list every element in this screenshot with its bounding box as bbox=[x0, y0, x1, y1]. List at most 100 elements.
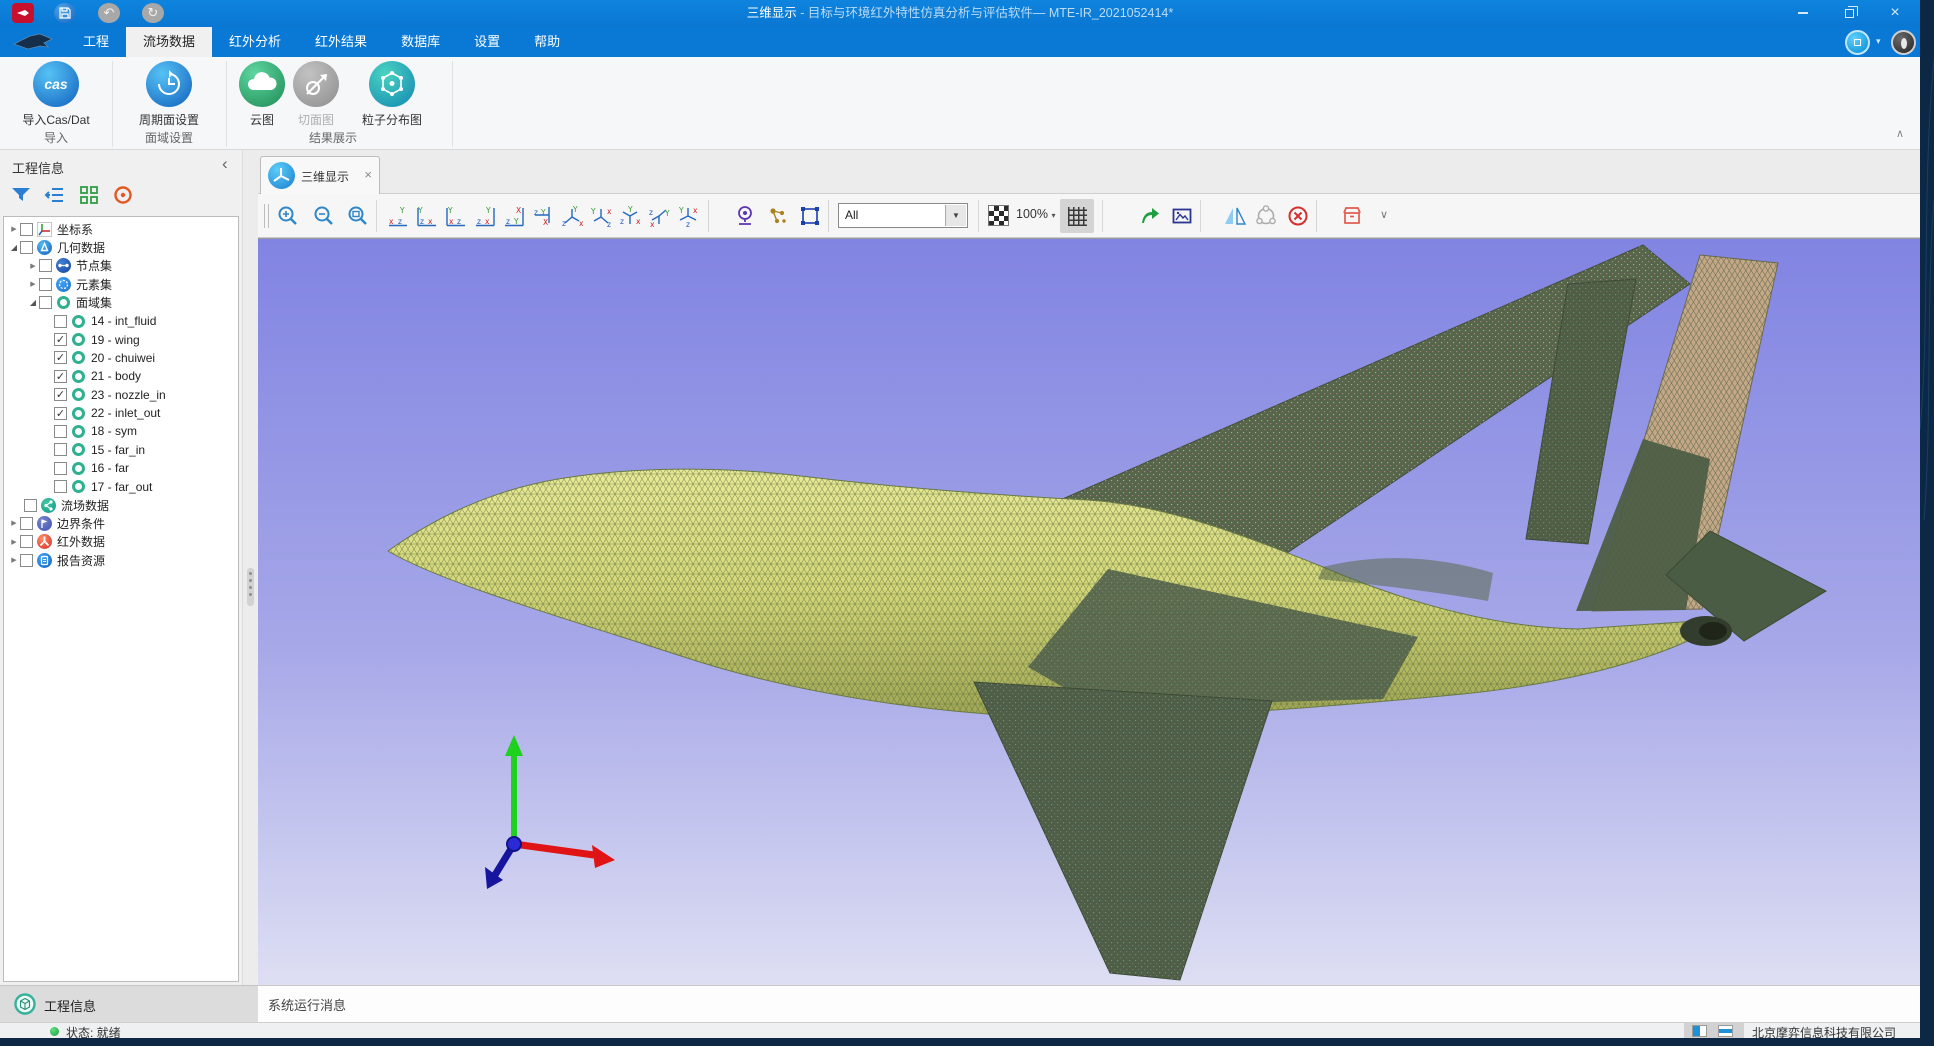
camera-icon[interactable] bbox=[733, 204, 757, 228]
collapse-all-icon[interactable] bbox=[44, 184, 68, 208]
menu-item-infrared-analysis[interactable]: 红外分析 bbox=[212, 27, 298, 57]
layout-split-vertical-icon[interactable] bbox=[1692, 1025, 1707, 1037]
region-filter-combo[interactable]: All ▼ bbox=[838, 203, 968, 228]
tree-row-report-resources[interactable]: ▶ 报告资源 bbox=[4, 551, 238, 569]
tree-row-flowfield-data[interactable]: 流场数据 bbox=[4, 496, 238, 514]
view-back-icon[interactable]: zxY bbox=[415, 204, 439, 228]
menu-item-flowfield-data[interactable]: 流场数据 bbox=[126, 27, 212, 57]
menu-item-settings[interactable]: 设置 bbox=[457, 27, 517, 57]
tree-row-face-region[interactable]: 18 - sym bbox=[4, 422, 238, 440]
tree-checkbox[interactable]: ✓ bbox=[54, 351, 67, 364]
tree-checkbox[interactable] bbox=[39, 259, 52, 272]
tree-checkbox[interactable] bbox=[39, 296, 52, 309]
tree-row-node-set[interactable]: ▶ 节点集 bbox=[4, 257, 238, 275]
tree-checkbox[interactable] bbox=[54, 480, 67, 493]
tree-checkbox[interactable]: ✓ bbox=[54, 407, 67, 420]
tree-row-element-set[interactable]: ▶ 元素集 bbox=[4, 275, 238, 293]
tree-checkbox[interactable] bbox=[54, 443, 67, 456]
particle-trace-icon[interactable] bbox=[766, 204, 790, 228]
theme-style-button[interactable] bbox=[1845, 30, 1870, 55]
sidebar-splitter[interactable] bbox=[242, 150, 258, 985]
tree-row-face-region[interactable]: ✓ 22 - inlet_out bbox=[4, 404, 238, 422]
menu-item-help[interactable]: 帮助 bbox=[517, 27, 577, 57]
archive-box-icon[interactable] bbox=[1340, 204, 1364, 228]
transparency-icon[interactable] bbox=[988, 205, 1009, 226]
tree-row-infrared-data[interactable]: ▶ 红外数据 bbox=[4, 533, 238, 551]
export-view-icon[interactable] bbox=[1138, 204, 1162, 228]
minimize-button[interactable] bbox=[1786, 0, 1820, 26]
view-bottom-icon[interactable]: zYX bbox=[531, 204, 555, 228]
expand-arrow[interactable]: ▶ bbox=[8, 519, 20, 527]
tree-row-face-region[interactable]: ✓ 23 - nozzle_in bbox=[4, 386, 238, 404]
share-network-icon[interactable] bbox=[1254, 204, 1278, 228]
expand-arrow[interactable]: ▶ bbox=[27, 280, 39, 288]
tree-checkbox[interactable] bbox=[20, 517, 33, 530]
tree-row-face-region[interactable]: ✓ 21 - body bbox=[4, 367, 238, 385]
zoom-in-icon[interactable] bbox=[276, 204, 300, 228]
menu-item-infrared-results[interactable]: 红外结果 bbox=[298, 27, 384, 57]
view-iso-4-icon[interactable]: zxY bbox=[647, 204, 671, 228]
tree-row-face-region[interactable]: ✓ 20 - chuiwei bbox=[4, 349, 238, 367]
tree-row-face-region[interactable]: 15 - far_in bbox=[4, 441, 238, 459]
theme-dropdown-arrow[interactable]: ▾ bbox=[1876, 36, 1881, 47]
menu-item-engineering[interactable]: 工程 bbox=[66, 27, 126, 57]
tree-row-face-region[interactable]: 17 - far_out bbox=[4, 477, 238, 495]
view-iso-1-icon[interactable]: zYx bbox=[560, 204, 584, 228]
zoom-level-dropdown[interactable]: 100% ▾ bbox=[1016, 207, 1055, 221]
layout-split-horizontal-icon[interactable] bbox=[1718, 1025, 1733, 1037]
view-iso-2-icon[interactable]: Yxz bbox=[589, 204, 613, 228]
tab-3d-display[interactable]: 三维显示 × bbox=[260, 156, 380, 194]
tree-checkbox[interactable] bbox=[54, 425, 67, 438]
import-casdat-button[interactable]: cas 导入Cas/Dat bbox=[4, 61, 108, 128]
grid-view-icon[interactable] bbox=[78, 184, 102, 208]
tree-checkbox[interactable] bbox=[20, 241, 33, 254]
expand-arrow[interactable]: ▶ bbox=[8, 556, 20, 564]
zoom-fit-icon[interactable] bbox=[346, 204, 370, 228]
menu-item-database[interactable]: 数据库 bbox=[384, 27, 457, 57]
tree-row-face-region[interactable]: 14 - int_fluid bbox=[4, 312, 238, 330]
splitter-handle[interactable] bbox=[247, 568, 254, 606]
delete-icon[interactable] bbox=[1286, 204, 1310, 228]
view-left-icon[interactable]: xzY bbox=[444, 204, 468, 228]
tree-row-coordinate-system[interactable]: ▶ 坐标系 bbox=[4, 220, 238, 238]
theme-dark-button[interactable] bbox=[1891, 30, 1916, 55]
close-button[interactable]: × bbox=[1878, 0, 1912, 26]
filter-icon[interactable] bbox=[10, 184, 34, 208]
tree-checkbox[interactable] bbox=[24, 499, 37, 512]
tree-checkbox[interactable] bbox=[20, 554, 33, 567]
maximize-button[interactable] bbox=[1832, 0, 1866, 26]
tree-checkbox[interactable]: ✓ bbox=[54, 370, 67, 383]
zoom-out-icon[interactable] bbox=[312, 204, 336, 228]
locate-target-icon[interactable] bbox=[112, 184, 136, 208]
toolbar-grip[interactable] bbox=[264, 204, 269, 228]
3d-viewport[interactable] bbox=[258, 238, 1920, 985]
tree-row-boundary-conditions[interactable]: ▶ 边界条件 bbox=[4, 514, 238, 532]
project-info-toggle-bar[interactable]: 工程信息 bbox=[0, 985, 258, 1022]
tab-close-icon[interactable]: × bbox=[364, 167, 372, 182]
box-select-icon[interactable] bbox=[798, 204, 822, 228]
archive-dropdown-chevron[interactable]: ∨ bbox=[1380, 208, 1388, 221]
ribbon-collapse-button[interactable]: ∧ bbox=[1896, 127, 1904, 140]
tree-checkbox[interactable] bbox=[20, 535, 33, 548]
periodic-face-button[interactable]: 周期面设置 bbox=[117, 61, 221, 128]
combo-dropdown-icon[interactable]: ▼ bbox=[945, 205, 966, 226]
expand-arrow[interactable]: ▶ bbox=[27, 262, 39, 270]
tree-row-face-region[interactable]: ✓ 19 - wing bbox=[4, 330, 238, 348]
tree-row-face-set[interactable]: ◢ 面域集 bbox=[4, 294, 238, 312]
tree-checkbox[interactable]: ✓ bbox=[54, 333, 67, 346]
tree-checkbox[interactable] bbox=[20, 223, 33, 236]
tree-row-geometry-data[interactable]: ◢ 几何数据 bbox=[4, 238, 238, 256]
snapshot-icon[interactable] bbox=[1170, 204, 1194, 228]
expand-arrow[interactable]: ▶ bbox=[8, 225, 20, 233]
sidebar-collapse-button[interactable]: ‹ bbox=[222, 154, 228, 174]
mesh-toggle-button[interactable] bbox=[1060, 199, 1094, 233]
mirror-icon[interactable] bbox=[1223, 204, 1247, 228]
view-front-icon[interactable]: xzY bbox=[386, 204, 410, 228]
tree-checkbox[interactable] bbox=[54, 315, 67, 328]
tree-checkbox[interactable]: ✓ bbox=[54, 388, 67, 401]
particle-map-button[interactable]: 粒子分布图 bbox=[340, 61, 444, 128]
tree-checkbox[interactable] bbox=[39, 278, 52, 291]
view-iso-5-icon[interactable]: Yxz bbox=[676, 204, 700, 228]
view-top-icon[interactable]: zYX bbox=[502, 204, 526, 228]
tree-checkbox[interactable] bbox=[54, 462, 67, 475]
